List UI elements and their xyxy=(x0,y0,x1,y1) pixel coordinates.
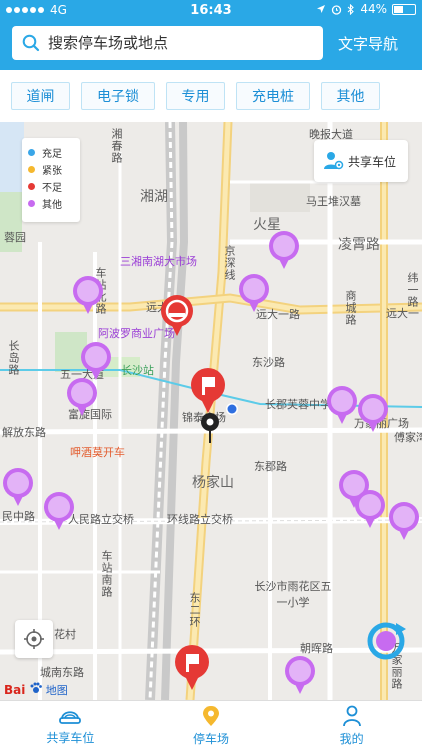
parking-marker-purple[interactable] xyxy=(352,488,388,530)
battery-icon xyxy=(392,3,416,15)
filter-barrier[interactable]: 道闸 xyxy=(11,82,70,110)
baidu-name: Bai xyxy=(4,683,26,697)
status-right: 44% xyxy=(316,2,416,16)
map-label: 呷酒莫开车 xyxy=(70,446,125,459)
filter-e-lock[interactable]: 电子锁 xyxy=(81,82,155,110)
paw-icon xyxy=(30,682,42,693)
legend-dot xyxy=(28,149,35,156)
map-label: 东二环 xyxy=(188,592,201,628)
filter-dedicated[interactable]: 专用 xyxy=(166,82,225,110)
battery-percent: 44% xyxy=(360,2,387,16)
bottom-tab-bar: 共享车位 停车场 我的 xyxy=(0,700,422,750)
map-label: 商城路 xyxy=(344,290,357,326)
legend-item: 不足 xyxy=(28,178,74,195)
text-navigation-button[interactable]: 文字导航 xyxy=(338,33,398,54)
tab-share-spot[interactable]: 共享车位 xyxy=(0,701,141,750)
status-bar: 4G 16:43 44% xyxy=(0,0,422,22)
map-label: 马王堆汉墓 xyxy=(306,195,361,208)
tab-label: 我的 xyxy=(339,731,364,746)
map-label: 长郡芙蓉中学 xyxy=(265,398,331,411)
map-label: 三湘南湖大市场 xyxy=(120,255,197,268)
map-label: 杨家山 xyxy=(192,475,234,491)
center-pin-icon xyxy=(201,413,219,443)
tab-parking-lot[interactable]: 停车场 xyxy=(141,701,282,750)
app-screen: 4G 16:43 44% 文字导航 道闸 电子锁 专用 充电桩 其他 xyxy=(0,0,422,750)
map-label: 蓉园 xyxy=(4,231,26,244)
parking-marker-red-flag[interactable] xyxy=(174,644,210,692)
parking-marker-purple[interactable] xyxy=(41,490,77,532)
filter-charging-pile[interactable]: 充电桩 xyxy=(236,82,310,110)
parking-marker-red-flag[interactable] xyxy=(190,367,226,415)
header: 4G 16:43 44% 文字导航 xyxy=(0,0,422,70)
person-icon xyxy=(342,705,361,726)
tab-label: 停车场 xyxy=(193,731,230,746)
legend-item: 其他 xyxy=(28,195,74,212)
map-label: 环线路立交桥 xyxy=(167,513,233,526)
filter-bar: 道闸 电子锁 专用 充电桩 其他 xyxy=(0,70,422,122)
map-label: 解放东路 xyxy=(2,426,46,439)
locate-me-button[interactable] xyxy=(15,620,53,658)
map-label: 纬一路 xyxy=(406,272,419,308)
parking-marker-purple[interactable] xyxy=(266,229,302,271)
parking-marker-purple[interactable] xyxy=(236,272,272,314)
legend-dot xyxy=(28,200,35,207)
location-arrow-icon xyxy=(317,5,326,13)
parking-marker-purple[interactable] xyxy=(386,500,422,542)
refresh-button[interactable] xyxy=(366,619,410,663)
tab-label: 共享车位 xyxy=(46,730,95,745)
bluetooth-icon xyxy=(347,3,355,15)
map-label: 东郡路 xyxy=(254,460,287,473)
map-label: 京深线 xyxy=(223,245,236,281)
parking-marker-purple[interactable] xyxy=(64,376,100,418)
person-location-icon xyxy=(324,152,344,170)
map-label: 湘春路 xyxy=(110,128,123,164)
map-label: 花村 xyxy=(54,628,76,641)
map-label: 凌霄路 xyxy=(338,237,380,253)
current-location-dot xyxy=(226,403,238,415)
map-legend: 充足 紧张 不足 其他 xyxy=(22,138,80,222)
legend-item: 紧张 xyxy=(28,161,74,178)
tab-profile[interactable]: 我的 xyxy=(281,701,422,750)
search-box[interactable] xyxy=(12,26,323,60)
crosshair-icon xyxy=(24,629,44,649)
map-label: 民中路 xyxy=(2,510,35,523)
baidu-map-logo: Bai 地图 xyxy=(4,682,68,698)
map-label: 傅家湾 xyxy=(394,431,422,444)
parking-marker-purple[interactable] xyxy=(70,274,106,316)
parking-marker-purple[interactable] xyxy=(0,466,36,508)
filter-other[interactable]: 其他 xyxy=(321,82,380,110)
map-label: 人民路立交桥 xyxy=(68,513,134,526)
search-input[interactable] xyxy=(48,34,308,52)
map-label: 东沙路 xyxy=(252,356,285,369)
location-pin-icon xyxy=(203,705,219,726)
parking-marker-purple[interactable] xyxy=(355,392,391,434)
map-label: 长沙站 xyxy=(121,364,154,377)
share-spot-button[interactable]: 共享车位 xyxy=(314,140,408,182)
search-icon xyxy=(22,34,40,52)
legend-dot xyxy=(28,183,35,190)
parking-marker-purple[interactable] xyxy=(282,654,318,696)
baidu-suffix: 地图 xyxy=(45,684,68,697)
legend-dot xyxy=(28,166,35,173)
map-label: 长沙市雨花区五一小学 xyxy=(254,580,332,609)
map-view[interactable]: 湘春路 湘湖 蓉园 三湘南湖大市场 车站北路 远大一路 远大一路 远大一 阿波罗… xyxy=(0,122,422,700)
parking-marker-red-lock[interactable] xyxy=(159,294,195,338)
car-icon xyxy=(59,710,82,724)
map-label: 车站南路 xyxy=(100,550,113,598)
map-label: 长岛路 xyxy=(7,340,20,376)
share-spot-label: 共享车位 xyxy=(348,154,397,169)
map-label: 湘湖 xyxy=(140,189,168,205)
legend-item: 充足 xyxy=(28,144,74,161)
map-label: 城南东路 xyxy=(40,666,84,679)
alarm-icon xyxy=(332,4,342,15)
